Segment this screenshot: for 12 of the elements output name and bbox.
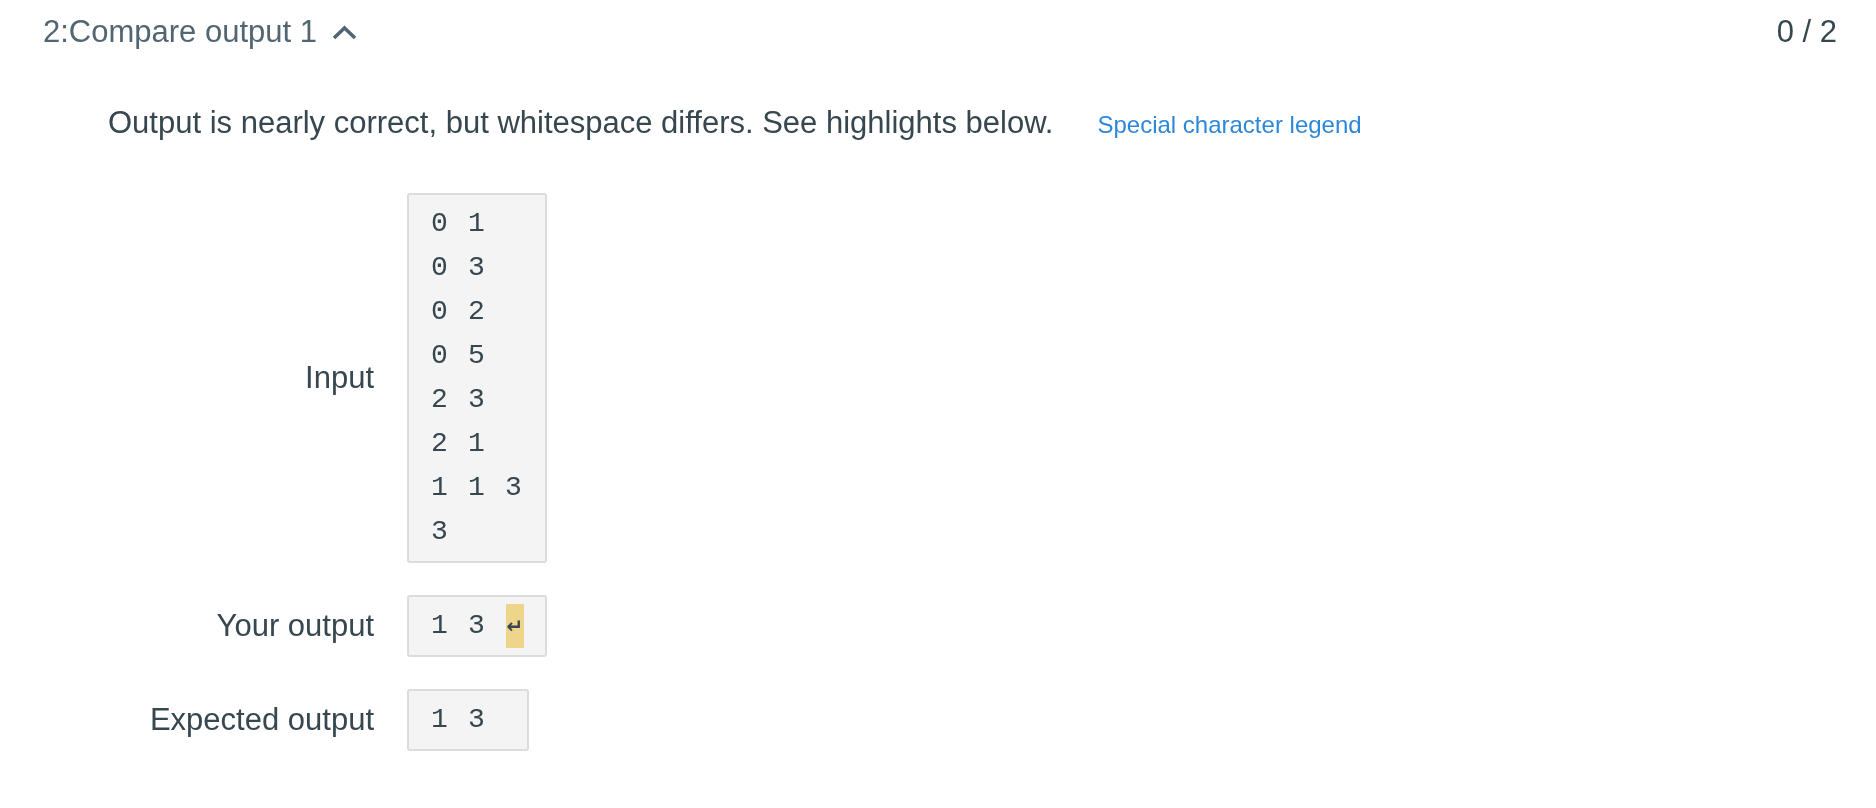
row-label: Expected output bbox=[149, 702, 374, 738]
score-text: 0 / 2 bbox=[1776, 14, 1837, 50]
newline-marker: ↵ bbox=[505, 604, 525, 648]
row-label: Your output bbox=[216, 608, 374, 644]
result-message: Output is nearly correct, but whitespace differs. See highlights below. bbox=[108, 105, 1054, 141]
output-text: 1 3 bbox=[431, 609, 487, 643]
legend-link[interactable]: Special character legend bbox=[1097, 111, 1362, 139]
row-label: Input bbox=[305, 360, 374, 396]
chevron-icon[interactable] bbox=[332, 24, 357, 40]
input-text: 0 1 0 3 0 2 0 5 2 3 2 1 1 1 3 3 bbox=[431, 207, 524, 549]
section-title[interactable]: 2:Compare output 1 bbox=[43, 14, 317, 50]
output-text: 1 3 bbox=[431, 703, 487, 737]
